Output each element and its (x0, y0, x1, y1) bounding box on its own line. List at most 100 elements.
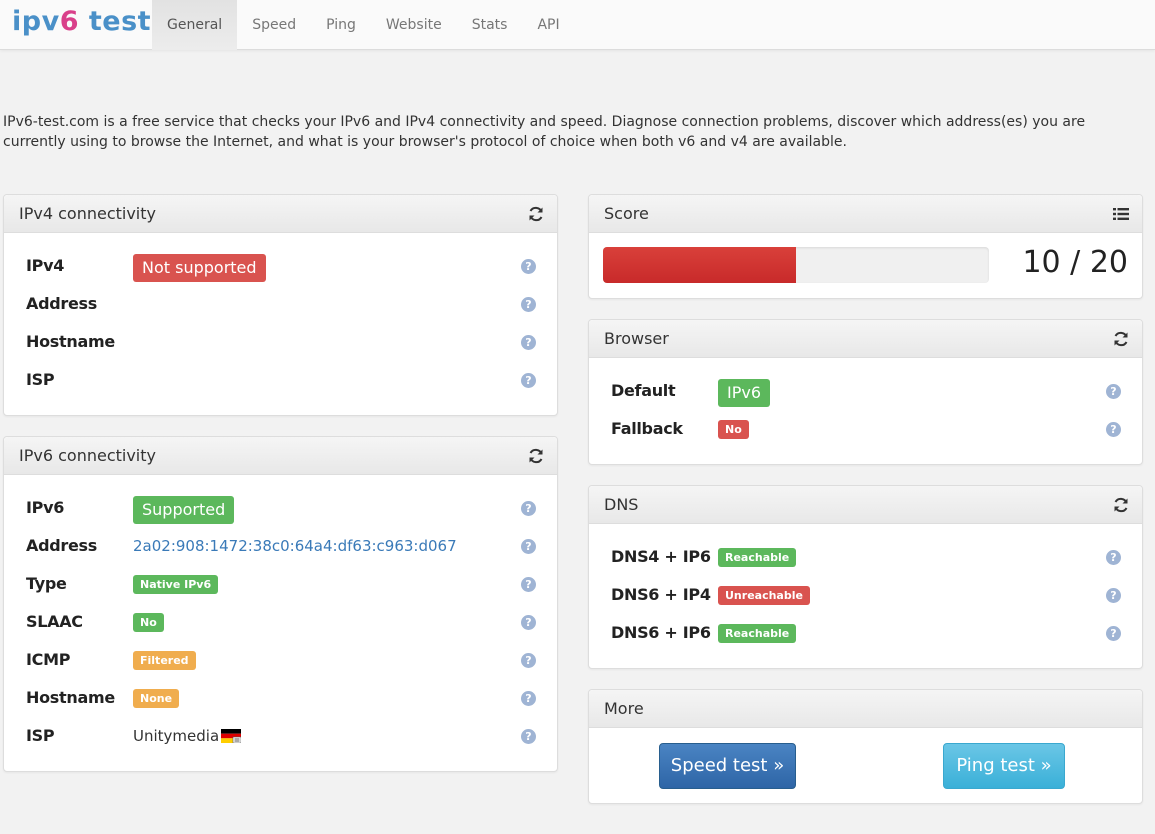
help-icon[interactable]: ? (521, 577, 536, 592)
help-icon[interactable]: ? (521, 501, 536, 516)
help-icon[interactable]: ? (521, 653, 536, 668)
ipv6-row: IPv6 Supported ? (26, 496, 536, 524)
score-panel-heading: Score (589, 195, 1142, 233)
ipv6-address-row: Address 2a02:908:1472:38c0:64a4:df63:c96… (26, 534, 536, 558)
ipv6-address-link[interactable]: 2a02:908:1472:38c0:64a4:df63:c963:d067 (133, 534, 457, 558)
nav-stats[interactable]: Stats (457, 0, 523, 50)
status-badge: Not supported (133, 254, 266, 282)
dns-panel: DNS DNS4 + IP6 Reachable ? DNS6 + IP4 Un… (588, 485, 1143, 669)
ipv4-panel-title: IPv4 connectivity (19, 204, 156, 223)
row-label: Type (26, 574, 67, 593)
row-label: Hostname (26, 688, 115, 707)
help-icon[interactable]: ? (1106, 550, 1121, 565)
fallback-badge: No (718, 420, 749, 439)
help-icon[interactable]: ? (521, 335, 536, 350)
nav-general[interactable]: General (152, 0, 238, 50)
refresh-icon[interactable] (527, 205, 545, 223)
nav-ping[interactable]: Ping (311, 0, 371, 50)
help-icon[interactable]: ? (1106, 588, 1121, 603)
score-progress-bar (603, 247, 989, 283)
ipv6-isp-row: ISP Unitymedia ? (26, 724, 536, 748)
row-label: DNS6 + IP4 (611, 585, 711, 604)
more-panel: More Speed test » Ping test » (588, 689, 1143, 804)
help-icon[interactable]: ? (1106, 422, 1121, 437)
dns6-ip6-row: DNS6 + IP6 Reachable ? (611, 621, 1121, 645)
dns-panel-title: DNS (604, 495, 639, 514)
row-label: Address (26, 536, 97, 555)
dns-panel-heading: DNS (589, 486, 1142, 524)
ipv6-panel-title: IPv6 connectivity (19, 446, 156, 465)
ipv4-hostname-row: Hostname ? (26, 330, 536, 354)
score-panel: Score 10 / 20 (588, 194, 1143, 299)
browser-panel: Browser Default IPv6 ? Fallback No ? (588, 319, 1143, 465)
list-icon[interactable] (1112, 205, 1130, 223)
help-icon[interactable]: ? (521, 297, 536, 312)
default-badge: IPv6 (718, 379, 771, 407)
ipv4-address-row: Address ? (26, 292, 536, 316)
score-value: 10 / 20 (1022, 245, 1128, 280)
speed-test-button[interactable]: Speed test » (659, 743, 796, 789)
ipv4-isp-row: ISP ? (26, 368, 536, 392)
isp-name: Unitymedia (133, 727, 220, 745)
dns-status-badge: Reachable (718, 548, 797, 567)
ipv6-hostname-row: Hostname None ? (26, 686, 536, 710)
brand-logo[interactable]: ipv6 test (12, 6, 151, 37)
ping-test-button[interactable]: Ping test » (943, 743, 1065, 789)
browser-panel-title: Browser (604, 329, 669, 348)
help-icon[interactable]: ? (521, 539, 536, 554)
row-label: IPv6 (26, 498, 65, 517)
help-icon[interactable]: ? (1106, 626, 1121, 641)
ipv6-icmp-row: ICMP Filtered ? (26, 648, 536, 672)
row-label: DNS4 + IP6 (611, 547, 711, 566)
score-progress-fill (603, 247, 796, 283)
more-panel-heading: More (589, 690, 1142, 728)
top-navbar: ipv6 test General Speed Ping Website Sta… (0, 0, 1155, 50)
ipv4-panel: IPv4 connectivity IPv4 Not supported ? A… (3, 194, 558, 416)
help-icon[interactable]: ? (521, 615, 536, 630)
row-label: ISP (26, 370, 55, 389)
row-label: ISP (26, 726, 55, 745)
ipv4-row: IPv4 Not supported ? (26, 254, 536, 282)
more-panel-title: More (604, 699, 644, 718)
germany-flag-icon (221, 729, 242, 743)
help-icon[interactable]: ? (1106, 384, 1121, 399)
ipv6-panel-heading: IPv6 connectivity (4, 437, 557, 475)
intro-text: IPv6-test.com is a free service that che… (3, 114, 1086, 150)
help-icon[interactable]: ? (521, 259, 536, 274)
browser-fallback-row: Fallback No ? (611, 417, 1121, 441)
row-label: DNS6 + IP6 (611, 623, 711, 642)
status-badge: Supported (133, 496, 235, 524)
row-label: Fallback (611, 419, 683, 438)
browser-default-row: Default IPv6 ? (611, 379, 1121, 407)
dns-status-badge: Unreachable (718, 586, 810, 605)
hostname-badge: None (133, 689, 180, 708)
ipv6-slaac-row: SLAAC No ? (26, 610, 536, 634)
row-label: Default (611, 381, 676, 400)
refresh-icon[interactable] (1112, 496, 1130, 514)
ipv4-panel-heading: IPv4 connectivity (4, 195, 557, 233)
row-label: Address (26, 294, 97, 313)
ipv6-panel: IPv6 connectivity IPv6 Supported ? Addre… (3, 436, 558, 772)
refresh-icon[interactable] (1112, 330, 1130, 348)
ipv6-type-row: Type Native IPv6 ? (26, 572, 536, 596)
main-nav: General Speed Ping Website Stats API (152, 0, 575, 50)
row-label: IPv4 (26, 256, 65, 275)
browser-panel-heading: Browser (589, 320, 1142, 358)
dns6-ip4-row: DNS6 + IP4 Unreachable ? (611, 583, 1121, 607)
help-icon[interactable]: ? (521, 373, 536, 388)
dns-status-badge: Reachable (718, 624, 797, 643)
score-panel-title: Score (604, 204, 649, 223)
row-label: SLAAC (26, 612, 83, 631)
icmp-badge: Filtered (133, 651, 196, 670)
slaac-badge: No (133, 613, 164, 632)
nav-api[interactable]: API (522, 0, 574, 50)
nav-website[interactable]: Website (371, 0, 457, 50)
nav-speed[interactable]: Speed (237, 0, 311, 50)
help-icon[interactable]: ? (521, 729, 536, 744)
refresh-icon[interactable] (527, 447, 545, 465)
row-label: Hostname (26, 332, 115, 351)
help-icon[interactable]: ? (521, 691, 536, 706)
dns4-ip6-row: DNS4 + IP6 Reachable ? (611, 545, 1121, 569)
type-badge: Native IPv6 (133, 575, 219, 594)
row-label: ICMP (26, 650, 71, 669)
